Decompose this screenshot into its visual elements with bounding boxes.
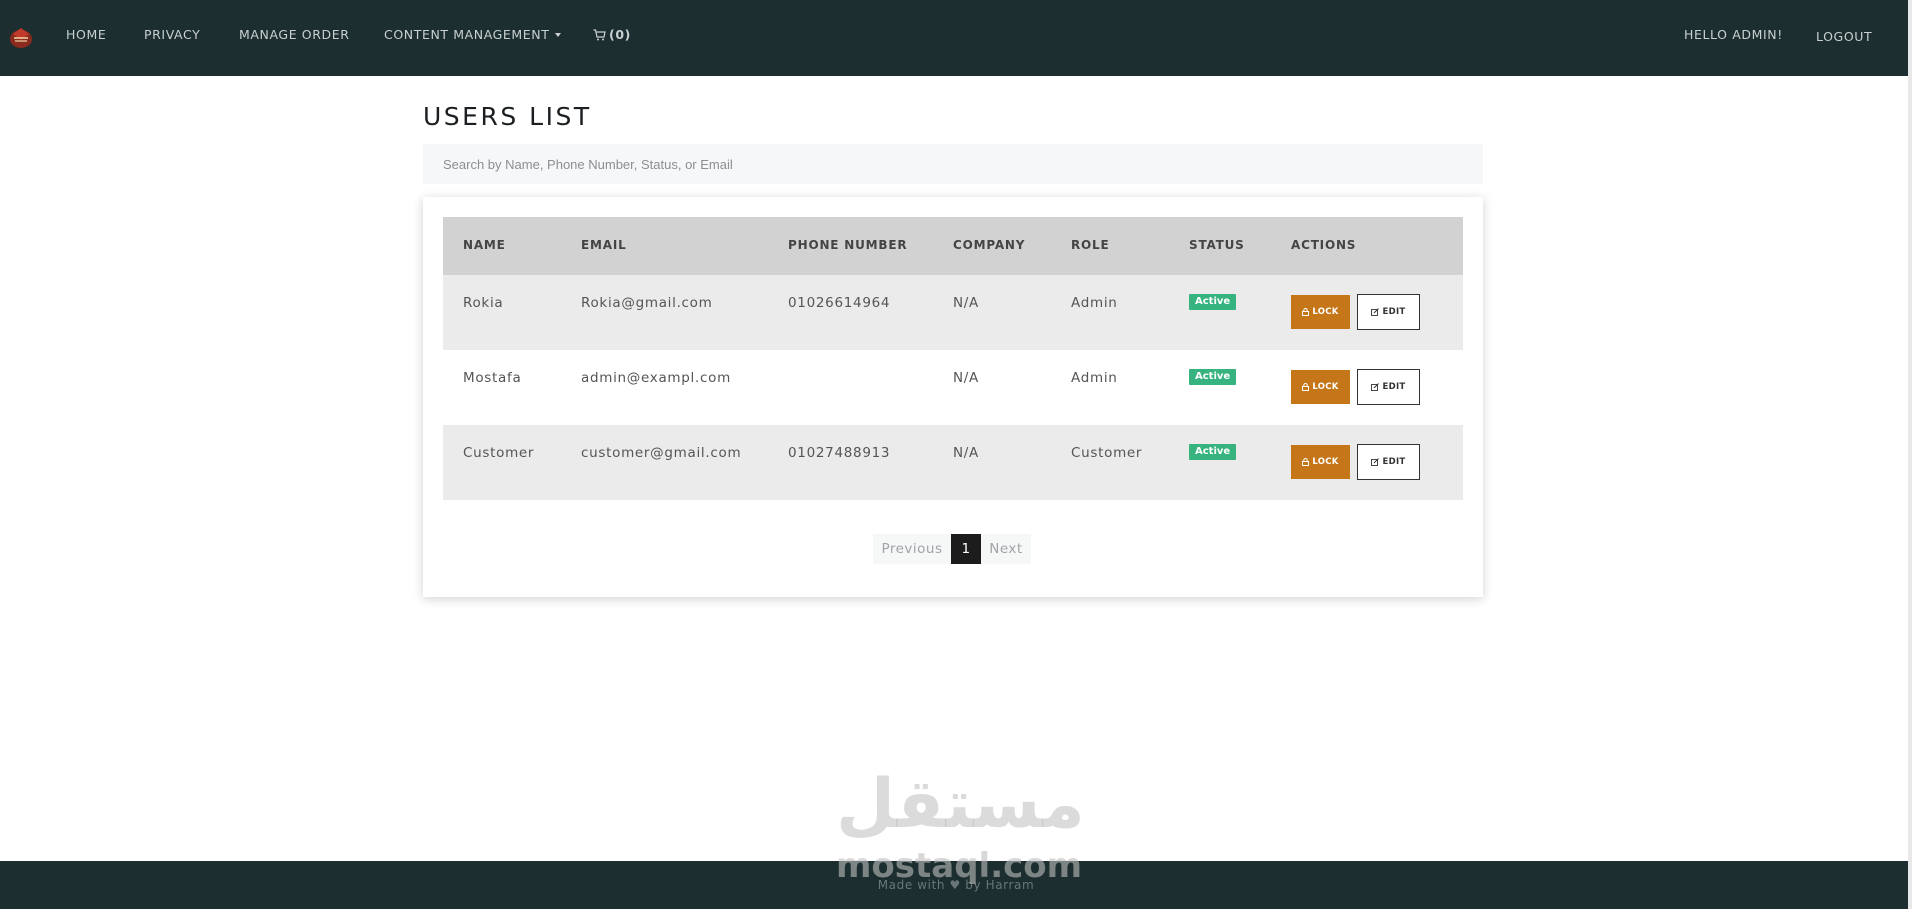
edit-button[interactable]: EDIT — [1357, 294, 1420, 330]
cell-email: admin@exampl.com — [581, 370, 731, 386]
cell-email: customer@gmail.com — [581, 445, 742, 461]
status-badge: Active — [1189, 369, 1237, 385]
cell-role: Admin — [1071, 295, 1118, 311]
lock-button[interactable]: LOCK — [1291, 370, 1350, 404]
cart-count: (0) — [609, 27, 631, 42]
lock-label: LOCK — [1312, 307, 1339, 317]
lock-button[interactable]: LOCK — [1291, 295, 1350, 329]
column-header-status: STATUS — [1189, 238, 1245, 252]
column-header-role: ROLE — [1071, 238, 1110, 252]
brand-logo-icon[interactable] — [8, 24, 34, 50]
lock-label: LOCK — [1312, 382, 1339, 392]
footer-text: Made with ♥ by Harram — [877, 878, 1035, 892]
watermark-arabic: مستقل — [836, 765, 1085, 844]
nav-privacy[interactable]: PRIVACY — [144, 27, 200, 42]
pagination-next[interactable]: Next — [981, 534, 1031, 564]
edit-label: EDIT — [1382, 382, 1406, 392]
nav-manage-order[interactable]: MANAGE ORDER — [239, 27, 350, 42]
top-navbar: HOME PRIVACY MANAGE ORDER CONTENT MANAGE… — [0, 0, 1912, 76]
cell-company: N/A — [953, 445, 979, 461]
edit-button[interactable]: EDIT — [1357, 369, 1420, 405]
nav-cart[interactable]: (0) — [593, 27, 631, 42]
nav-content-management-label: CONTENT MANAGEMENT — [384, 27, 550, 42]
table-row: Rokia Rokia@gmail.com 01026614964 N/A Ad… — [443, 275, 1463, 350]
cell-name: Customer — [463, 445, 535, 461]
logout-link[interactable]: LOGOUT — [1816, 29, 1872, 44]
lock-icon — [1302, 308, 1310, 316]
status-badge: Active — [1189, 444, 1237, 460]
column-header-phone: PHONE NUMBER — [788, 238, 908, 252]
edit-label: EDIT — [1382, 307, 1406, 317]
edit-icon — [1371, 383, 1380, 391]
cell-company: N/A — [953, 370, 979, 386]
cell-phone: 01026614964 — [788, 295, 891, 311]
table-row: Mostafa admin@exampl.com N/A Admin Activ… — [443, 350, 1463, 425]
column-header-actions: ACTIONS — [1291, 238, 1357, 252]
edit-icon — [1371, 308, 1380, 316]
table-header: NAME EMAIL PHONE NUMBER COMPANY ROLE STA… — [443, 217, 1463, 275]
cell-role: Customer — [1071, 445, 1143, 461]
lock-button[interactable]: LOCK — [1291, 445, 1350, 479]
page-scrollbar[interactable] — [1908, 0, 1912, 909]
column-header-email: EMAIL — [581, 238, 627, 252]
cell-email: Rokia@gmail.com — [581, 295, 713, 311]
column-header-company: COMPANY — [953, 238, 1026, 252]
caret-down-icon — [555, 33, 562, 37]
pagination-page-1[interactable]: 1 — [951, 534, 981, 564]
lock-label: LOCK — [1312, 457, 1339, 467]
nav-content-management-dropdown[interactable]: CONTENT MANAGEMENT — [384, 27, 562, 42]
cell-company: N/A — [953, 295, 979, 311]
cell-name: Mostafa — [463, 370, 522, 386]
edit-label: EDIT — [1382, 457, 1406, 467]
column-header-name: NAME — [463, 238, 506, 252]
edit-button[interactable]: EDIT — [1357, 444, 1420, 480]
cell-phone: 01027488913 — [788, 445, 891, 461]
edit-icon — [1371, 458, 1380, 466]
user-greeting: HELLO ADMIN! — [1684, 27, 1783, 42]
cell-name: Rokia — [463, 295, 504, 311]
search-input[interactable] — [423, 144, 1483, 184]
nav-home[interactable]: HOME — [66, 27, 106, 42]
footer: Made with ♥ by Harram — [0, 861, 1912, 909]
lock-icon — [1302, 458, 1310, 466]
pagination-previous[interactable]: Previous — [873, 534, 951, 564]
cart-icon — [593, 29, 606, 41]
users-table-card: NAME EMAIL PHONE NUMBER COMPANY ROLE STA… — [423, 197, 1483, 597]
table-row: Customer customer@gmail.com 01027488913 … — [443, 425, 1463, 500]
cell-role: Admin — [1071, 370, 1118, 386]
lock-icon — [1302, 383, 1310, 391]
status-badge: Active — [1189, 294, 1237, 310]
page-title: USERS LIST — [423, 102, 592, 131]
